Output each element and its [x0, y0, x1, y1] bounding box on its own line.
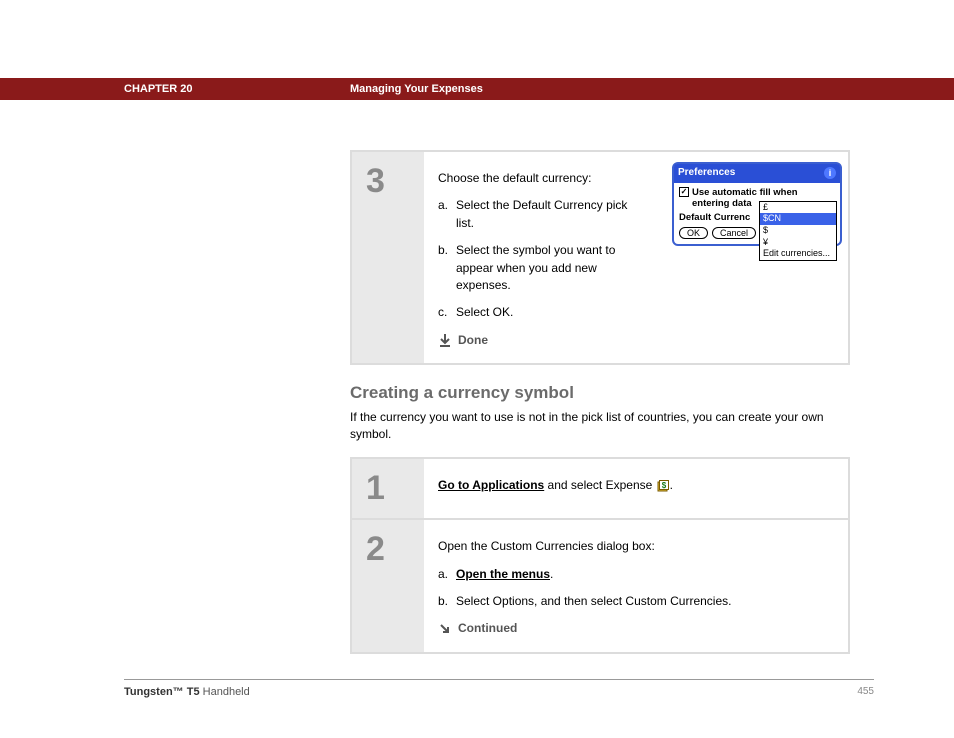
step3-a: a. Select the Default Currency pick list…: [438, 197, 638, 232]
step1-body: Go to Applications and select Expense $.: [424, 459, 848, 518]
step3-c-text: Select OK.: [456, 304, 638, 321]
product-suffix: Handheld: [200, 686, 250, 698]
step2-a-letter: a.: [438, 566, 456, 583]
currency-dropdown[interactable]: £ $CN $ ¥ Edit currencies...: [759, 201, 837, 261]
step3-number: 3: [352, 152, 424, 363]
section-paragraph: If the currency you want to use is not i…: [350, 409, 850, 443]
currency-opt-4[interactable]: ¥: [760, 237, 836, 249]
step2-row: 2 Open the Custom Currencies dialog box:…: [352, 520, 848, 652]
header-band: CHAPTER 20 Managing Your Expenses: [0, 78, 954, 100]
section-heading: Creating a currency symbol: [350, 383, 850, 403]
step2-b: b. Select Options, and then select Custo…: [438, 593, 834, 610]
step3-body: Preferences i ✓ Use automatic fill when …: [424, 152, 848, 363]
open-menus-link[interactable]: Open the menus: [456, 567, 550, 581]
section-label: Managing Your Expenses: [350, 83, 483, 95]
step1-period: .: [670, 478, 673, 492]
go-to-applications-link[interactable]: Go to Applications: [438, 478, 544, 492]
product-label: Tungsten™ T5 Handheld: [124, 686, 250, 698]
chapter-label: CHAPTER 20: [124, 83, 350, 95]
step2-intro: Open the Custom Currencies dialog box:: [438, 538, 834, 555]
step1-row: 1 Go to Applications and select Expense …: [352, 459, 848, 520]
step1-number: 1: [352, 459, 424, 518]
step3-c: c. Select OK.: [438, 304, 638, 321]
main-content: 3 Preferences i ✓ Use automatic fill whe…: [350, 150, 850, 672]
done-arrow-icon: [438, 333, 452, 347]
info-icon[interactable]: i: [824, 167, 836, 179]
currency-opt-1[interactable]: £: [760, 202, 836, 214]
step2-a-period: .: [550, 567, 553, 581]
page-number: 455: [857, 686, 874, 698]
page-footer: Tungsten™ T5 Handheld 455: [124, 679, 874, 698]
ok-button[interactable]: OK: [679, 227, 708, 240]
step2-a-text: Open the menus.: [456, 566, 834, 583]
header-inner: CHAPTER 20 Managing Your Expenses: [124, 78, 874, 100]
product-brand: Tungsten™: [124, 686, 184, 698]
cancel-button[interactable]: Cancel: [712, 227, 756, 240]
step3-b: b. Select the symbol you want to appear …: [438, 242, 638, 294]
currency-opt-3[interactable]: $: [760, 225, 836, 237]
device-titlebar: Preferences i: [674, 164, 840, 183]
step2-body: Open the Custom Currencies dialog box: a…: [424, 520, 848, 652]
preferences-device: Preferences i ✓ Use automatic fill when …: [672, 162, 842, 246]
step1-rest: and select Expense: [544, 478, 655, 492]
done-label: Done: [458, 332, 488, 349]
step3-row: 3 Preferences i ✓ Use automatic fill whe…: [352, 152, 848, 363]
continued-label: Continued: [458, 620, 517, 637]
step2-a: a. Open the menus.: [438, 566, 834, 583]
product-model: T5: [184, 686, 200, 698]
step3-a-letter: a.: [438, 197, 456, 232]
expense-icon: $: [656, 479, 670, 493]
steps12-box: 1 Go to Applications and select Expense …: [350, 457, 850, 654]
step3-a-text: Select the Default Currency pick list.: [456, 197, 638, 232]
continued-arrow-icon: [438, 622, 452, 636]
step3-b-text: Select the symbol you want to appear whe…: [456, 242, 638, 294]
device-body: ✓ Use automatic fill when entering data …: [674, 183, 840, 245]
continued-indicator: Continued: [438, 620, 834, 637]
step1-text: Go to Applications and select Expense $.: [438, 477, 834, 494]
svg-text:$: $: [661, 481, 666, 490]
step2-number: 2: [352, 520, 424, 652]
step3-b-letter: b.: [438, 242, 456, 294]
step3-box: 3 Preferences i ✓ Use automatic fill whe…: [350, 150, 850, 365]
step3-c-letter: c.: [438, 304, 456, 321]
device-title: Preferences: [678, 166, 735, 181]
currency-opt-2[interactable]: $CN: [760, 213, 836, 225]
step2-b-text: Select Options, and then select Custom C…: [456, 593, 834, 610]
currency-opt-5[interactable]: Edit currencies...: [760, 248, 836, 260]
step2-b-letter: b.: [438, 593, 456, 610]
done-indicator: Done: [438, 332, 834, 349]
autofill-checkbox[interactable]: ✓: [679, 187, 689, 197]
